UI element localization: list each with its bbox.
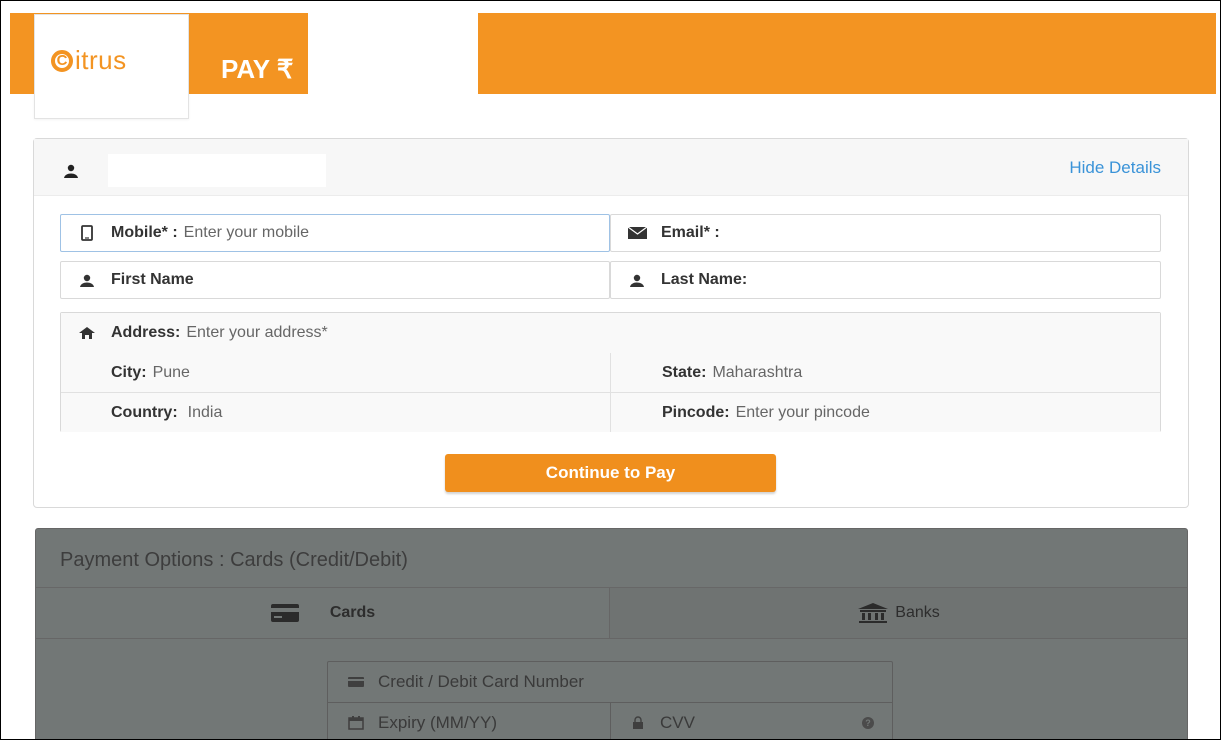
payment-page: C itrus PAY ₹ Hide Details Mobile* : Ent… bbox=[0, 0, 1221, 740]
customer-details-panel: Hide Details Mobile* : Enter your mobile… bbox=[33, 138, 1189, 508]
payment-options-panel: Payment Options : Cards (Credit/Debit) C… bbox=[35, 528, 1188, 739]
citrus-logo: C itrus bbox=[51, 45, 127, 76]
pincode-field[interactable]: Pincode: Enter your pincode bbox=[662, 393, 870, 432]
address-section: Address: Enter your address* City: Pune … bbox=[60, 312, 1161, 432]
tab-banks[interactable]: Banks bbox=[610, 588, 1187, 638]
home-icon bbox=[77, 325, 97, 341]
expiry-field[interactable]: Expiry (MM/YY) bbox=[328, 713, 610, 733]
continue-to-pay-button[interactable]: Continue to Pay bbox=[445, 454, 776, 492]
pay-amount-label: PAY ₹ bbox=[221, 54, 294, 84]
redacted-customer-name bbox=[108, 154, 326, 187]
address-divider bbox=[610, 393, 611, 432]
state-value[interactable]: Maharashtra bbox=[712, 364, 802, 382]
cvv-field[interactable]: CVV ? bbox=[610, 713, 892, 733]
pincode-label: Pincode: bbox=[662, 403, 730, 421]
citrus-logo-text: itrus bbox=[75, 45, 127, 75]
payment-tabs: Cards Banks bbox=[36, 587, 1187, 639]
first-name-user-icon bbox=[77, 272, 97, 288]
city-field[interactable]: City: Pune bbox=[111, 353, 190, 392]
help-icon[interactable]: ? bbox=[862, 716, 874, 729]
email-icon bbox=[627, 225, 647, 241]
email-label: Email* : bbox=[661, 224, 720, 241]
state-label: State: bbox=[662, 363, 707, 381]
city-state-row: City: Pune State: Maharashtra bbox=[61, 353, 1160, 393]
pincode-placeholder[interactable]: Enter your pincode bbox=[736, 404, 870, 422]
bank-icon bbox=[858, 603, 889, 623]
expiry-placeholder[interactable]: Expiry (MM/YY) bbox=[378, 713, 497, 733]
redacted-amount bbox=[308, 13, 478, 94]
mobile-label: Mobile* : bbox=[111, 224, 178, 241]
mobile-icon bbox=[77, 225, 97, 241]
tab-banks-label: Banks bbox=[895, 604, 940, 621]
country-label: Country: bbox=[111, 403, 178, 421]
customer-summary: Hide Details bbox=[34, 139, 1188, 196]
country-value[interactable]: India bbox=[188, 404, 223, 422]
first-name-field[interactable]: First Name bbox=[60, 261, 610, 299]
country-field[interactable]: Country: India bbox=[111, 393, 222, 432]
mobile-field[interactable]: Mobile* : Enter your mobile bbox=[60, 214, 610, 252]
last-name-label: Last Name: bbox=[661, 271, 748, 288]
payment-options-title: Payment Options : Cards (Credit/Debit) bbox=[60, 549, 408, 571]
hide-details-link[interactable]: Hide Details bbox=[1069, 158, 1161, 178]
first-name-label: First Name bbox=[111, 271, 194, 288]
tab-cards-label: Cards bbox=[329, 604, 376, 621]
header-bar bbox=[10, 13, 1216, 94]
mobile-placeholder[interactable]: Enter your mobile bbox=[184, 224, 309, 242]
state-field[interactable]: State: Maharashtra bbox=[662, 353, 802, 392]
last-name-user-icon bbox=[627, 272, 647, 288]
card-icon bbox=[270, 604, 299, 622]
cvv-placeholder[interactable]: CVV bbox=[660, 713, 695, 733]
card-form: Credit / Debit Card Number Expiry (MM/YY… bbox=[327, 661, 893, 739]
address-label: Address: bbox=[111, 324, 181, 341]
user-icon bbox=[64, 164, 78, 178]
city-label: City: bbox=[111, 363, 147, 381]
card-number-field[interactable]: Credit / Debit Card Number bbox=[328, 662, 892, 701]
email-field[interactable]: Email* : bbox=[610, 214, 1161, 252]
form-divider bbox=[610, 702, 611, 739]
card-number-placeholder[interactable]: Credit / Debit Card Number bbox=[378, 672, 584, 692]
lock-icon bbox=[628, 715, 648, 730]
country-pincode-row: Country: India Pincode: Enter your pinco… bbox=[61, 393, 1160, 432]
calendar-icon bbox=[346, 715, 366, 730]
address-field[interactable]: Address: Enter your address* bbox=[61, 313, 1160, 354]
last-name-field[interactable]: Last Name: bbox=[610, 261, 1161, 299]
card-number-icon bbox=[346, 675, 366, 689]
tab-cards[interactable]: Cards bbox=[36, 588, 610, 638]
address-placeholder[interactable]: Enter your address* bbox=[186, 324, 327, 342]
citrus-logo-mark: C bbox=[51, 49, 73, 72]
citrus-logo-card: C itrus bbox=[34, 14, 189, 119]
city-value[interactable]: Pune bbox=[153, 364, 190, 382]
address-divider bbox=[610, 353, 611, 392]
